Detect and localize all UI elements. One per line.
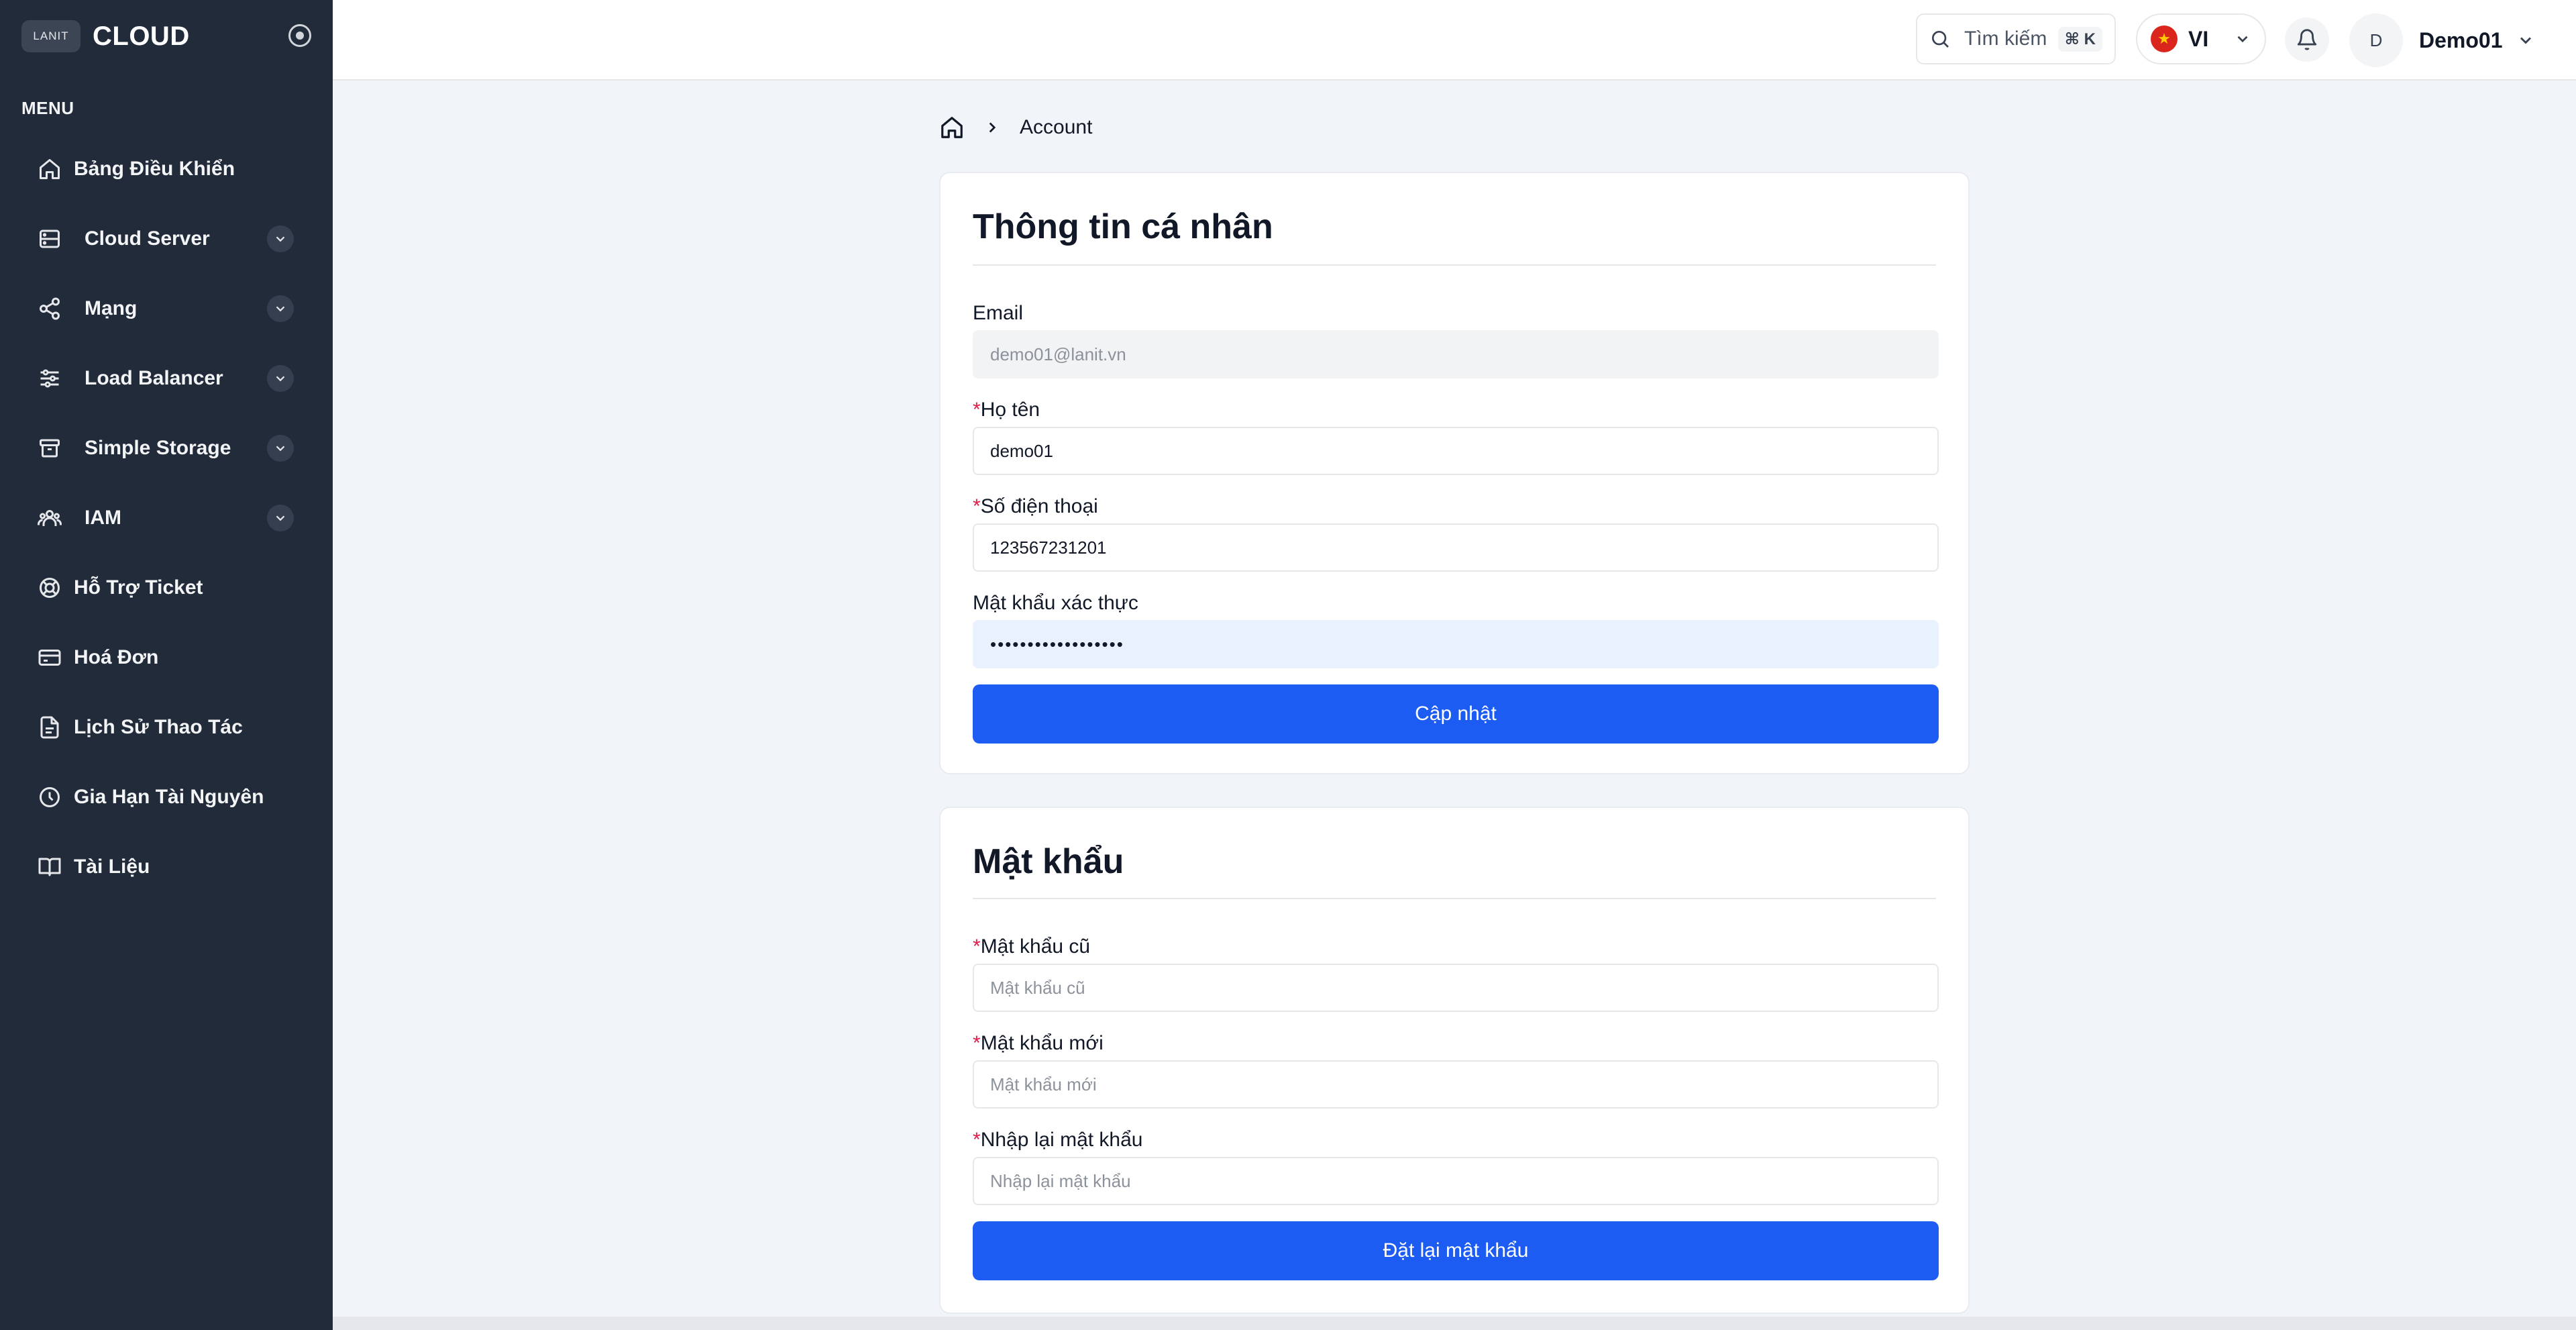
users-icon [38, 506, 62, 530]
book-open-icon [38, 855, 62, 879]
search-icon [1932, 31, 1949, 48]
home-icon[interactable] [939, 115, 965, 140]
old-password-label: *Mật khẩu cũ [973, 935, 1090, 958]
sidebar-item-renewal[interactable]: Gia Hạn Tài Nguyên [0, 762, 333, 832]
sidebar-item-iam[interactable]: IAM [0, 483, 333, 553]
credit-card-icon [38, 646, 62, 670]
sidebar-item-docs[interactable]: Tài Liệu [0, 832, 333, 902]
clock-icon [38, 785, 62, 809]
language-label: VI [2188, 26, 2209, 51]
chevron-down-icon[interactable] [267, 225, 294, 252]
update-button[interactable]: Cập nhật [973, 684, 1939, 744]
sidebar-item-label: Mạng [85, 297, 138, 319]
search-label: Tìm kiếm [1964, 28, 2047, 50]
chevron-down-icon [2520, 37, 2531, 44]
archive-icon [38, 436, 62, 460]
sidebar-collapse-icon[interactable] [288, 24, 311, 47]
email-label: Email [973, 302, 1024, 324]
notification-button[interactable] [2285, 17, 2329, 62]
required-mark: * [973, 1129, 981, 1151]
sidebar: LANIT CLOUD MENU Bảng Điều Khiển Cloud S… [0, 0, 333, 1330]
profile-title: Thông tin cá nhân [973, 207, 1273, 246]
brand-name: CLOUD [93, 21, 190, 51]
phone-field[interactable] [973, 523, 1939, 572]
file-text-icon [38, 715, 62, 739]
sidebar-item-label: Gia Hạn Tài Nguyên [74, 786, 264, 808]
new-password-label-text: Mật khẩu mới [980, 1032, 1104, 1054]
search-button[interactable]: Tìm kiếm ⌘ K [1916, 13, 2116, 64]
brand[interactable]: LANIT CLOUD [21, 19, 190, 54]
sidebar-nav: Bảng Điều Khiển Cloud Server Mạng Load B… [0, 134, 333, 902]
bell-icon [2297, 29, 2317, 50]
sidebar-item-label: Bảng Điều Khiển [74, 158, 235, 180]
verify-password-field[interactable] [973, 620, 1939, 668]
breadcrumb-current: Account [1020, 116, 1093, 138]
language-select[interactable]: ★ VI [2136, 13, 2266, 64]
breadcrumb: Account [939, 114, 1092, 141]
home-icon [38, 157, 62, 181]
server-icon [38, 227, 62, 251]
password-title: Mật khẩu [973, 842, 1124, 881]
required-mark: * [973, 935, 981, 958]
chevron-right-icon [989, 122, 996, 133]
chevron-down-icon[interactable] [267, 295, 294, 322]
required-mark: * [973, 495, 981, 517]
search-shortcut: ⌘ K [2057, 26, 2102, 52]
sidebar-item-history[interactable]: Lịch Sử Thao Tác [0, 693, 333, 762]
user-name: Demo01 [2419, 28, 2503, 52]
sliders-icon [38, 366, 62, 391]
old-password-label-text: Mật khẩu cũ [980, 935, 1091, 958]
user-menu[interactable]: D Demo01 [2349, 13, 2535, 67]
sidebar-item-label: Lịch Sử Thao Tác [74, 716, 243, 738]
phone-label: *Số điện thoại [973, 495, 1098, 518]
email-field [973, 330, 1939, 378]
phone-label-text: Số điện thoại [980, 495, 1098, 517]
divider [973, 264, 1936, 266]
chevron-down-icon[interactable] [267, 365, 294, 392]
sidebar-item-label: Cloud Server [85, 227, 210, 250]
sidebar-item-dashboard[interactable]: Bảng Điều Khiển [0, 134, 333, 204]
confirm-password-label: *Nhập lại mật khẩu [973, 1129, 1143, 1152]
required-mark: * [973, 1032, 981, 1054]
new-password-label: *Mật khẩu mới [973, 1032, 1104, 1055]
confirm-password-field[interactable] [973, 1157, 1939, 1205]
vietnam-flag-icon: ★ [2151, 25, 2178, 52]
brand-logo: LANIT [21, 20, 80, 52]
divider [973, 898, 1936, 899]
topbar: Tìm kiếm ⌘ K ★ VI D Demo01 [333, 0, 2576, 81]
name-field[interactable] [973, 427, 1939, 475]
menu-label: MENU [21, 98, 74, 118]
sidebar-item-network[interactable]: Mạng [0, 274, 333, 344]
sidebar-item-ticket[interactable]: Hỗ Trợ Ticket [0, 553, 333, 623]
chevron-down-icon[interactable] [267, 435, 294, 462]
name-label: *Họ tên [973, 399, 1040, 421]
sidebar-item-cloud-server[interactable]: Cloud Server [0, 204, 333, 274]
chevron-down-icon [2237, 36, 2248, 43]
scroll-edge [333, 1317, 2576, 1330]
reset-password-button[interactable]: Đặt lại mật khẩu [973, 1221, 1939, 1280]
sidebar-item-label: Load Balancer [85, 367, 223, 389]
old-password-field[interactable] [973, 964, 1939, 1012]
sidebar-item-invoice[interactable]: Hoá Đơn [0, 623, 333, 693]
sidebar-item-label: Hoá Đơn [74, 646, 159, 668]
name-label-text: Họ tên [980, 399, 1040, 421]
sidebar-item-label: IAM [85, 507, 121, 529]
sidebar-item-label: Tài Liệu [74, 856, 150, 878]
collapse-dot [296, 32, 304, 40]
confirm-password-label-text: Nhập lại mật khẩu [980, 1129, 1143, 1151]
lifebuoy-icon [38, 576, 62, 600]
chevron-down-icon[interactable] [267, 505, 294, 531]
new-password-field[interactable] [973, 1060, 1939, 1109]
sidebar-item-load-balancer[interactable]: Load Balancer [0, 344, 333, 413]
avatar: D [2349, 13, 2403, 67]
sidebar-item-simple-storage[interactable]: Simple Storage [0, 413, 333, 483]
share-icon [38, 297, 62, 321]
password-card: Mật khẩu *Mật khẩu cũ *Mật khẩu mới *Nhậ… [939, 807, 1970, 1314]
required-mark: * [973, 399, 981, 421]
sidebar-item-label: Hỗ Trợ Ticket [74, 576, 203, 599]
verify-password-label: Mật khẩu xác thực [973, 592, 1138, 614]
profile-card: Thông tin cá nhân Email *Họ tên *Số điện… [939, 172, 1970, 774]
sidebar-item-label: Simple Storage [85, 437, 231, 459]
